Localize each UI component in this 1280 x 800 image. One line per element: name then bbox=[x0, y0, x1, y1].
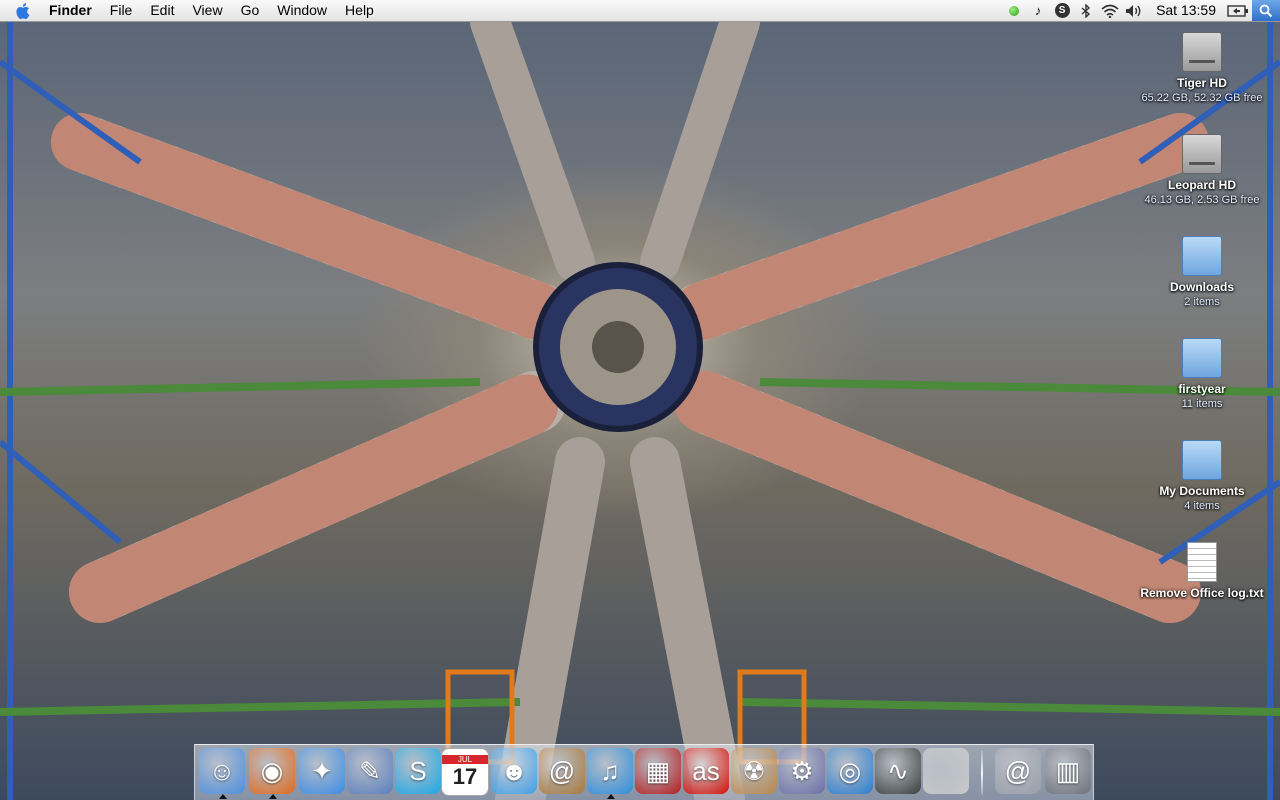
desktop-wallpaper bbox=[0, 22, 1280, 800]
dock-system-preferences-icon[interactable]: ⚙ bbox=[779, 748, 825, 794]
desktop-icon-leopard-hd[interactable]: Leopard HD 46.13 GB, 2.53 GB free bbox=[1127, 134, 1277, 207]
dock-finder-icon[interactable]: ☺ bbox=[199, 748, 245, 799]
desktop-icon-tiger-hd[interactable]: Tiger HD 65.22 GB, 52.32 GB free bbox=[1127, 32, 1277, 105]
dock-lastfm-icon[interactable]: as bbox=[683, 748, 729, 794]
dock-mail-stack-icon[interactable]: @ bbox=[995, 748, 1041, 794]
dock-skype-icon[interactable]: S bbox=[395, 748, 441, 794]
battery-icon[interactable] bbox=[1226, 0, 1250, 21]
bluetooth-icon[interactable] bbox=[1074, 0, 1098, 21]
activity-monitor-glyph: ∿ bbox=[887, 756, 909, 786]
desktop-icon-firstyear[interactable]: firstyear 11 items bbox=[1127, 338, 1277, 411]
desktop-icon-downloads[interactable]: Downloads 2 items bbox=[1127, 236, 1277, 309]
dock-burn-folder-icon[interactable]: ☢ bbox=[731, 748, 777, 794]
itunes-note-icon[interactable]: ♪ bbox=[1026, 0, 1050, 21]
safari-glyph: ✦ bbox=[311, 756, 333, 786]
itunes-glyph: ♫ bbox=[600, 756, 620, 786]
desktop-icon-my-documents[interactable]: My Documents 4 items bbox=[1127, 440, 1277, 513]
desktop-icon-label: Leopard HD bbox=[1167, 178, 1236, 192]
firefox-glyph: ◉ bbox=[260, 756, 284, 786]
ical-day-label: 17 bbox=[452, 763, 478, 789]
finder-glyph: ☺ bbox=[208, 756, 236, 786]
folder-icon bbox=[1182, 236, 1222, 276]
hard-drive-icon bbox=[1182, 32, 1222, 72]
preview-glyph: ✎ bbox=[359, 756, 381, 786]
dock-activity-monitor-icon[interactable]: ∿ bbox=[875, 748, 921, 794]
desktop-icon-label: My Documents bbox=[1159, 484, 1245, 498]
burn-folder-glyph: ☢ bbox=[742, 756, 766, 786]
desktop-icon-label: Tiger HD bbox=[1177, 76, 1227, 90]
text-document-icon bbox=[1187, 542, 1217, 582]
menu-go[interactable]: Go bbox=[232, 0, 269, 21]
desktop-icon-remove-office-log[interactable]: Remove Office log.txt bbox=[1127, 542, 1277, 601]
desktop-icon-info: 65.22 GB, 52.32 GB free bbox=[1141, 92, 1263, 104]
wifi-icon[interactable] bbox=[1098, 0, 1122, 21]
desktop-icon-label: Downloads bbox=[1169, 280, 1234, 294]
ichat-glyph: ☻ bbox=[500, 756, 528, 786]
dock-preview-icon[interactable]: ✎ bbox=[347, 748, 393, 794]
system-preferences-glyph: ⚙ bbox=[790, 756, 814, 786]
remote-desktop-glyph: ◎ bbox=[838, 756, 862, 786]
skype-status-icon[interactable]: S bbox=[1050, 0, 1074, 21]
address-book-glyph: @ bbox=[548, 756, 576, 786]
trash-glyph: ▥ bbox=[1055, 756, 1081, 786]
photo-booth-glyph: ▦ bbox=[645, 756, 671, 786]
desktop-icon-label: Remove Office log.txt bbox=[1140, 586, 1264, 600]
green-status-light-icon[interactable] bbox=[1002, 0, 1026, 21]
spotlight-icon[interactable] bbox=[1252, 0, 1280, 21]
desktop-icon-label: firstyear bbox=[1178, 382, 1226, 396]
lastfm-glyph: as bbox=[692, 756, 720, 786]
menu-help[interactable]: Help bbox=[336, 0, 383, 21]
running-indicator bbox=[269, 794, 277, 799]
desktop-icon-info: 4 items bbox=[1184, 500, 1220, 512]
ical-month-label: JUL bbox=[442, 754, 488, 764]
dock-safari-icon[interactable]: ✦ bbox=[299, 748, 345, 794]
dock-trash-icon[interactable]: ▥ bbox=[1045, 748, 1091, 794]
desktop-icon-info: 46.13 GB, 2.53 GB free bbox=[1144, 194, 1260, 206]
menu-extras: ♪ S Sat 13:59 bbox=[1002, 0, 1280, 21]
dock-firefox-icon[interactable]: ◉ bbox=[249, 748, 295, 799]
skype-glyph: S bbox=[409, 756, 427, 786]
menu-file[interactable]: File bbox=[101, 0, 142, 21]
menu-edit[interactable]: Edit bbox=[141, 0, 183, 21]
volume-icon[interactable] bbox=[1122, 0, 1146, 21]
dock-itunes-icon[interactable]: ♫ bbox=[587, 748, 633, 799]
running-indicator bbox=[607, 794, 615, 799]
dock-remote-desktop-icon[interactable]: ◎ bbox=[827, 748, 873, 794]
hard-drive-icon bbox=[1182, 134, 1222, 174]
menu-bar: Finder File Edit View Go Window Help ♪ S… bbox=[0, 0, 1280, 22]
dock-address-book-icon[interactable]: @ bbox=[539, 748, 585, 794]
desktop-icon-info: 11 items bbox=[1181, 398, 1223, 410]
folder-icon bbox=[1182, 440, 1222, 480]
menu-view[interactable]: View bbox=[183, 0, 231, 21]
menu-clock[interactable]: Sat 13:59 bbox=[1146, 0, 1226, 21]
dock-system-profiler-icon[interactable] bbox=[923, 748, 969, 794]
apple-menu-icon[interactable] bbox=[14, 0, 34, 21]
dock-separator bbox=[981, 751, 983, 795]
dock-ical-icon[interactable]: JUL 17 bbox=[441, 748, 489, 796]
dock-photo-booth-icon[interactable]: ▦ bbox=[635, 748, 681, 794]
dock-ichat-icon[interactable]: ☻ bbox=[491, 748, 537, 794]
desktop-icon-info: 2 items bbox=[1184, 296, 1220, 308]
menu-window[interactable]: Window bbox=[268, 0, 336, 21]
running-indicator bbox=[219, 794, 227, 799]
menu-finder[interactable]: Finder bbox=[40, 0, 101, 21]
dock: ☺ ◉ ✦ ✎ S JUL 17 ☻ @ ♫ ▦ as ☢ ⚙ ◎ ∿ @ ▥ bbox=[194, 744, 1094, 800]
mail-stack-glyph: @ bbox=[1004, 756, 1032, 786]
folder-icon bbox=[1182, 338, 1222, 378]
